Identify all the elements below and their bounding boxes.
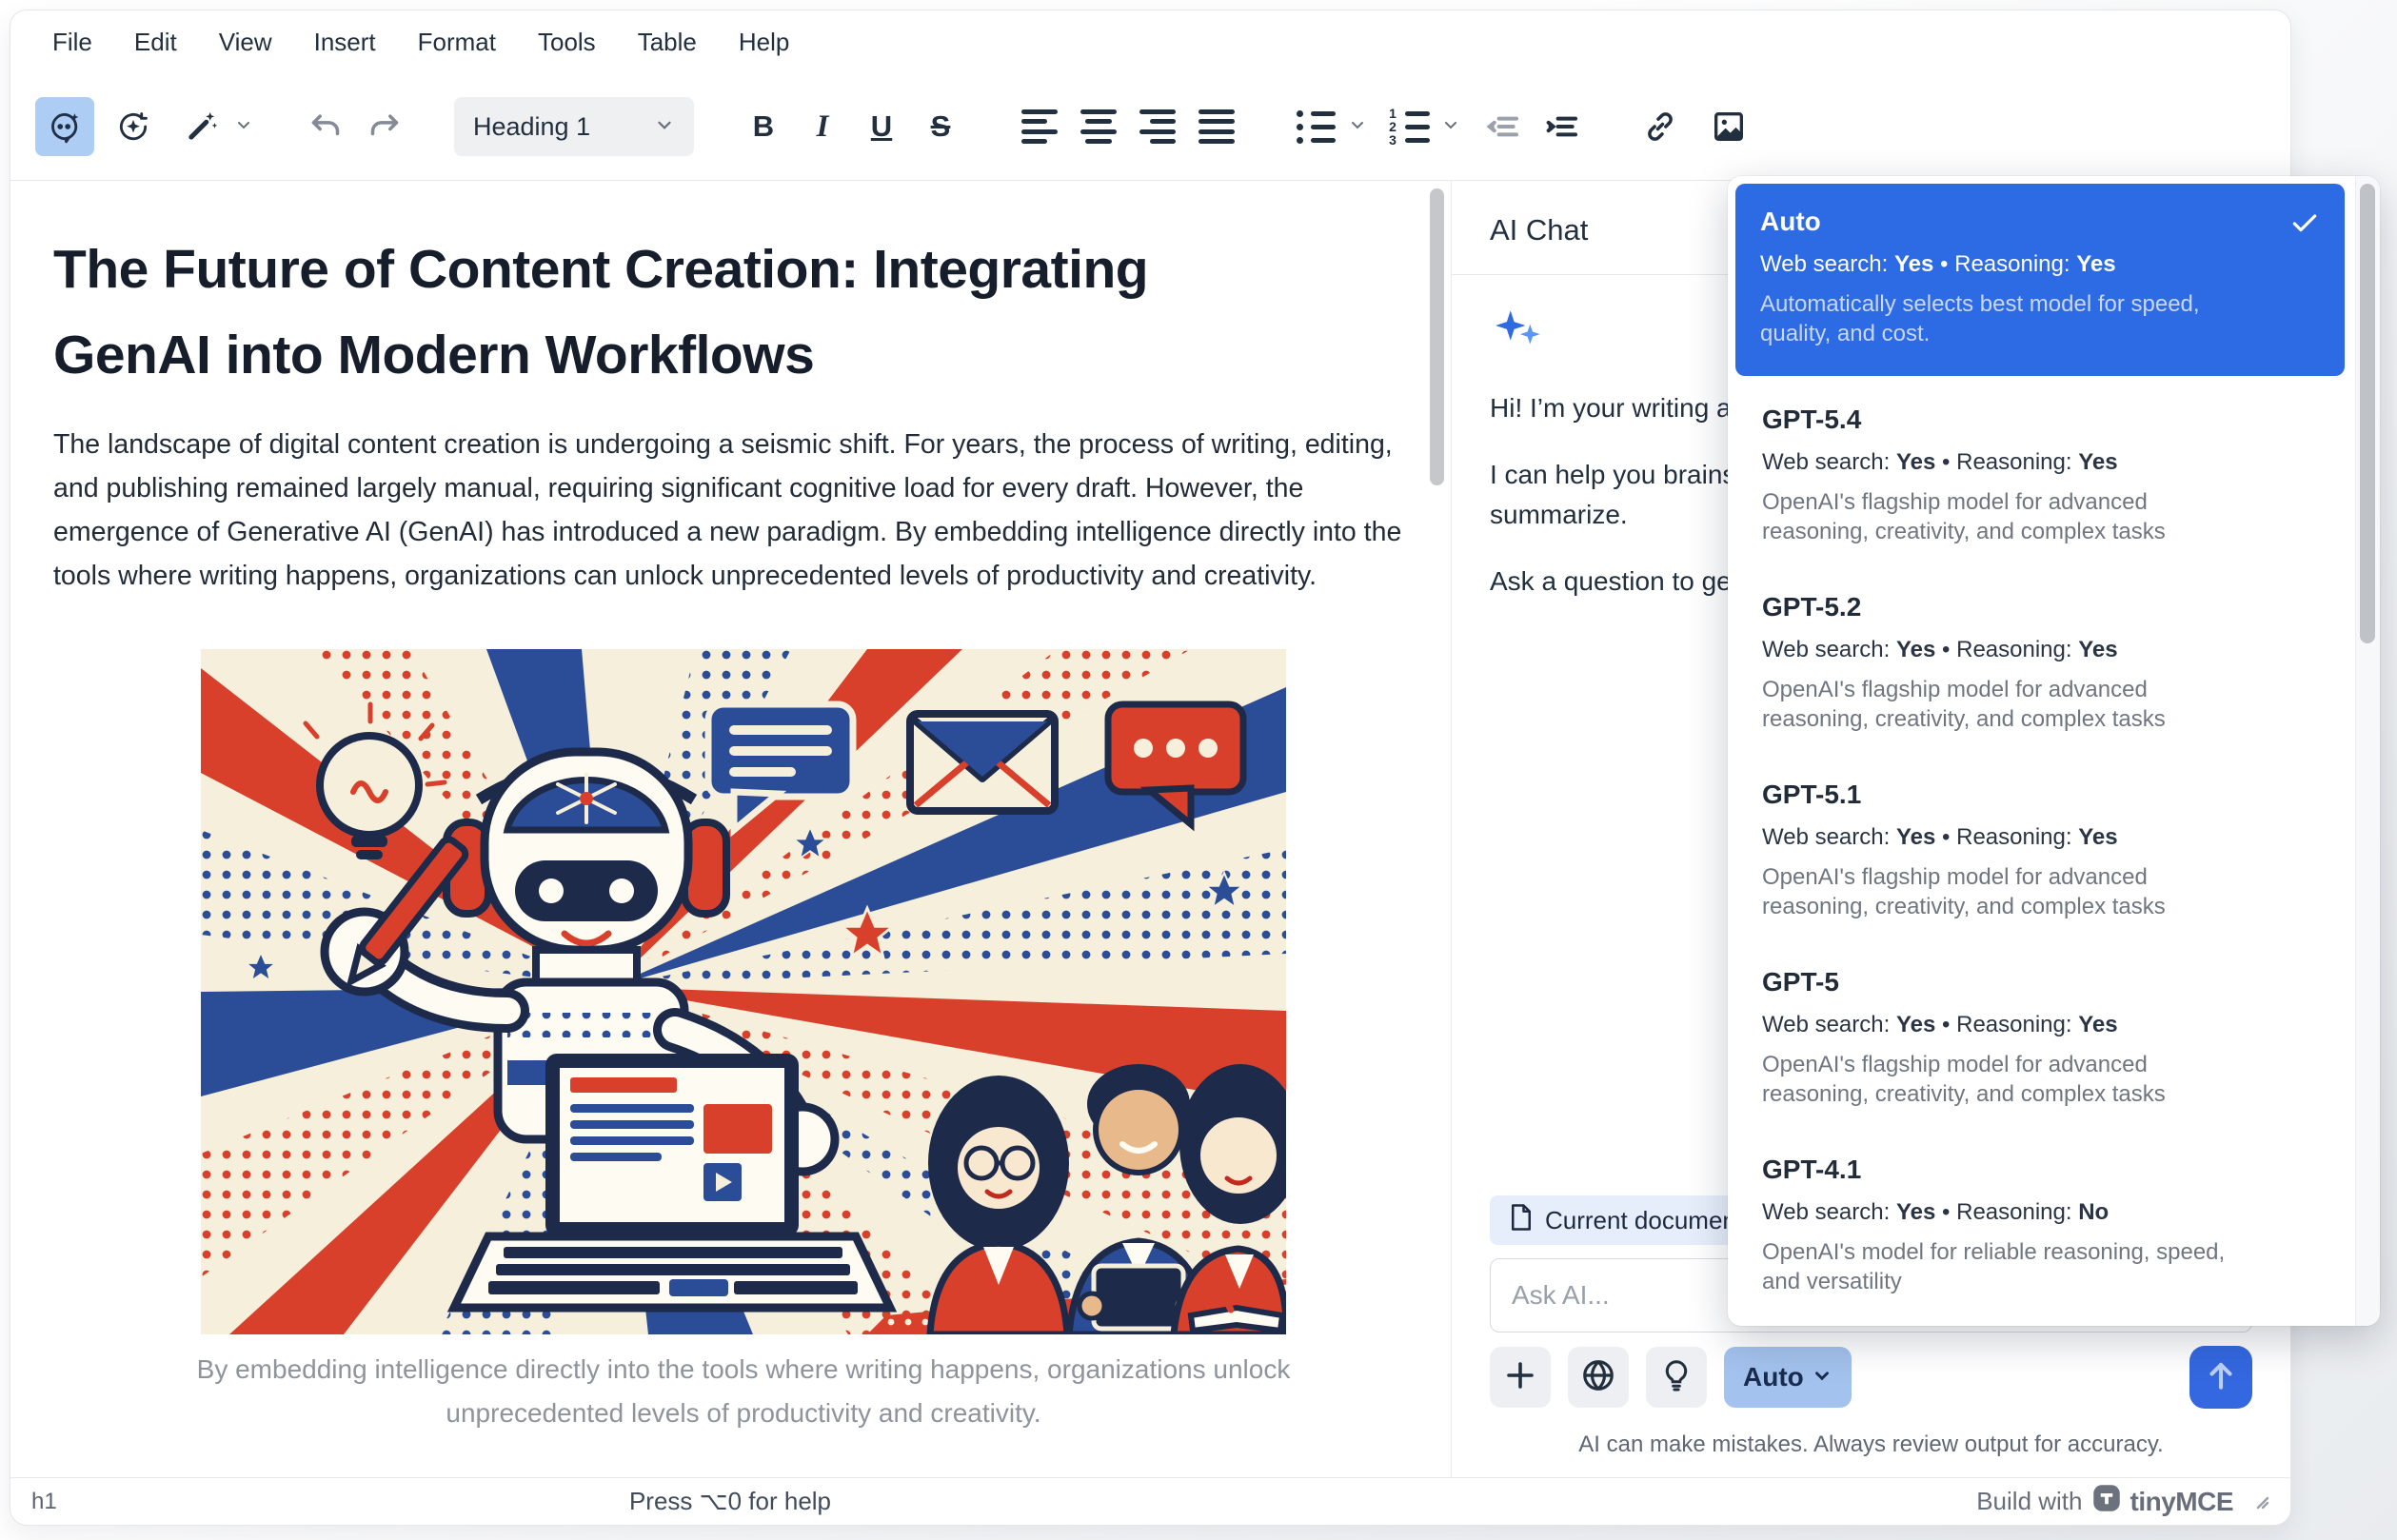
editor-scrollbar[interactable]: [1430, 188, 1444, 485]
web-search-button[interactable]: [1568, 1347, 1629, 1408]
model-option-gpt-4-1[interactable]: GPT-4.1 Web search: Yes • Reasoning: No …: [1735, 1126, 2345, 1313]
align-right-button[interactable]: [1128, 97, 1187, 156]
lightbulb-icon: [1659, 1358, 1694, 1397]
model-option-gpt-5-1[interactable]: GPT-5.1 Web search: Yes • Reasoning: Yes…: [1735, 751, 2345, 938]
magic-wand-icon: [184, 109, 220, 145]
menu-view[interactable]: View: [198, 18, 293, 67]
image-button[interactable]: [1699, 97, 1758, 156]
format-select-value: Heading 1: [473, 112, 654, 142]
redo-icon: [366, 108, 404, 146]
menu-insert[interactable]: Insert: [293, 18, 397, 67]
bullet-list-chevron[interactable]: [1345, 97, 1370, 156]
check-icon: [2289, 208, 2320, 244]
image-icon: [1710, 108, 1748, 146]
document-title[interactable]: The Future of Content Creation: Integrat…: [53, 227, 1319, 398]
context-chip-current-document[interactable]: Current document: [1490, 1195, 1762, 1245]
send-arrow-icon: [2203, 1357, 2239, 1398]
model-option-auto[interactable]: Auto Web search: Yes • Reasoning: Yes Au…: [1735, 184, 2345, 376]
document-illustration[interactable]: [201, 649, 1286, 1334]
indent-icon: [1542, 108, 1580, 146]
magic-wand-button[interactable]: [172, 97, 231, 156]
numbered-list-button[interactable]: 1 2 3: [1379, 97, 1438, 156]
underline-label: U: [871, 109, 892, 144]
menu-edit[interactable]: Edit: [113, 18, 198, 67]
outdent-icon: [1483, 108, 1521, 146]
envelope-doodle: [910, 714, 1055, 811]
italic-button[interactable]: I: [793, 97, 852, 156]
add-attachment-button[interactable]: [1490, 1347, 1551, 1408]
screen: File Edit View Insert Format Tools Table…: [0, 0, 2397, 1540]
undo-button[interactable]: [296, 97, 355, 156]
menu-help[interactable]: Help: [718, 18, 810, 67]
chat-controls-row: Auto: [1490, 1346, 2252, 1409]
menu-file[interactable]: File: [31, 18, 113, 67]
model-selector-button[interactable]: Auto: [1724, 1347, 1852, 1408]
model-option-gpt-5[interactable]: GPT-5 Web search: Yes • Reasoning: Yes O…: [1735, 938, 2345, 1126]
indent-button[interactable]: [1532, 97, 1591, 156]
align-right-icon: [1139, 109, 1176, 144]
redo-button[interactable]: [355, 97, 414, 156]
outdent-button: [1473, 97, 1532, 156]
align-left-icon: [1021, 109, 1058, 144]
help-shortcut-hint: Press ⌥0 for help: [629, 1487, 831, 1516]
plus-icon: [1503, 1358, 1537, 1397]
undo-icon: [307, 108, 345, 146]
underline-button[interactable]: U: [852, 97, 911, 156]
ai-shortcuts-button[interactable]: [104, 97, 163, 156]
document-icon: [1509, 1203, 1534, 1238]
menu-tools[interactable]: Tools: [517, 18, 617, 67]
tinymce-logo: [2092, 1484, 2121, 1519]
strikethrough-button[interactable]: S: [911, 97, 970, 156]
align-left-button[interactable]: [1010, 97, 1069, 156]
align-center-icon: [1080, 109, 1117, 144]
document-paragraph[interactable]: The landscape of digital content creatio…: [53, 423, 1434, 598]
toolbar: Heading 1 B I U S: [10, 73, 2290, 180]
chevron-down-icon: [654, 112, 675, 142]
globe-icon: [1580, 1357, 1616, 1398]
ai-chat-toggle-button[interactable]: [35, 97, 94, 156]
strikethrough-label: S: [931, 109, 951, 144]
ai-shortcuts-icon: [115, 109, 151, 145]
sparkles-icon: [1490, 346, 1545, 363]
bullet-list-button[interactable]: [1286, 97, 1345, 156]
justify-icon: [1198, 109, 1235, 144]
branding[interactable]: Build with tinyMCE: [1976, 1484, 2269, 1519]
statusbar: h1 Press ⌥0 for help Build with tinyMCE: [10, 1477, 2290, 1525]
italic-label: I: [817, 109, 829, 145]
chevron-down-icon: [1441, 115, 1460, 139]
link-icon: [1641, 108, 1679, 146]
dropdown-scrollbar-thumb[interactable]: [2360, 184, 2375, 643]
bullet-list-icon: [1297, 110, 1336, 144]
model-option-gpt-5-2[interactable]: GPT-5.2 Web search: Yes • Reasoning: Yes…: [1735, 563, 2345, 751]
ai-chat-icon: [47, 109, 83, 145]
numbered-list-chevron[interactable]: [1438, 97, 1463, 156]
ai-disclaimer: AI can make mistakes. Always review outp…: [1490, 1431, 2252, 1458]
chevron-down-icon: [1812, 1362, 1832, 1392]
editor-pane[interactable]: The Future of Content Creation: Integrat…: [10, 181, 1451, 1477]
model-option-gpt-5-4[interactable]: GPT-5.4 Web search: Yes • Reasoning: Yes…: [1735, 376, 2345, 563]
format-select[interactable]: Heading 1: [454, 97, 694, 156]
chevron-down-icon: [234, 115, 253, 139]
chevron-down-icon: [1348, 115, 1367, 139]
align-center-button[interactable]: [1069, 97, 1128, 156]
menu-table[interactable]: Table: [617, 18, 718, 67]
resize-handle-icon[interactable]: [2250, 1487, 2269, 1516]
image-caption[interactable]: By embedding intelligence directly into …: [53, 1348, 1434, 1435]
link-button[interactable]: [1631, 97, 1690, 156]
magic-wand-menu-chevron[interactable]: [231, 97, 256, 156]
bold-button[interactable]: B: [734, 97, 793, 156]
menu-format[interactable]: Format: [397, 18, 517, 67]
bold-label: B: [753, 109, 774, 144]
numbered-list-icon: 1 2 3: [1388, 110, 1430, 144]
justify-button[interactable]: [1187, 97, 1246, 156]
send-button[interactable]: [2189, 1346, 2252, 1409]
model-dropdown: Auto Web search: Yes • Reasoning: Yes Au…: [1728, 176, 2380, 1326]
element-path[interactable]: h1: [31, 1489, 57, 1515]
suggestions-button[interactable]: [1646, 1347, 1707, 1408]
context-chip-label: Current document: [1545, 1206, 1743, 1235]
menubar: File Edit View Insert Format Tools Table…: [10, 10, 2290, 73]
model-selector-value: Auto: [1743, 1362, 1804, 1392]
